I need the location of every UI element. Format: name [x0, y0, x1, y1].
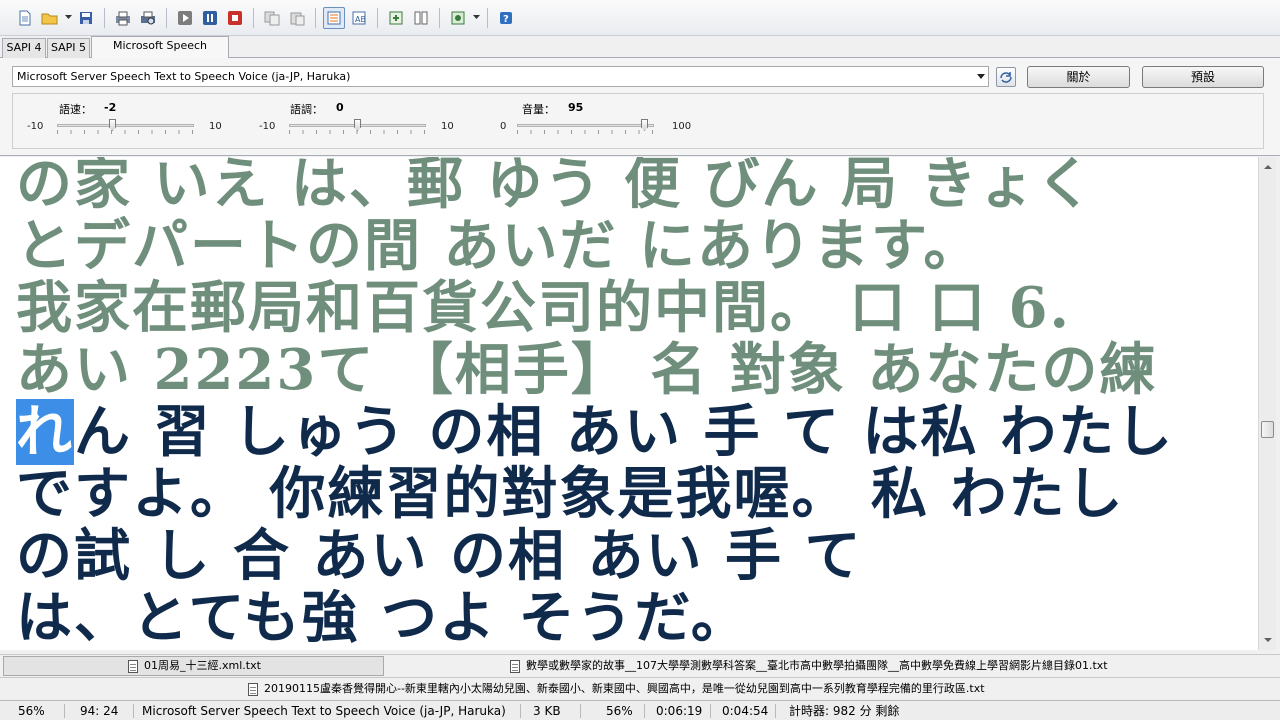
pitch-value: 0: [336, 101, 344, 114]
spoken-text-line: の家 いえ は、郵 ゆう 便 びん 局 きょく: [16, 157, 1095, 217]
current-line-rest: ん 習 しゅう の相 あい 手 て は私 わたし: [74, 399, 1174, 465]
copy-disabled-icon[interactable]: [261, 7, 283, 29]
svg-text:?: ?: [503, 14, 509, 25]
file-tab-label: 20190115盧秦香覺得開心--新東里轄內小太陽幼兒園、新泰國小、新東國中、興…: [264, 682, 985, 695]
current-text-line: れん 習 しゅう の相 あい 手 て は私 わたし: [16, 399, 1174, 465]
volume-max: 100: [672, 121, 692, 132]
status-separator: [133, 704, 134, 718]
file-tab-label: 數學或數學家的故事__107大學學測數學科答案__臺北市高中數學拍攝團隊__高中…: [526, 659, 1108, 672]
about-button[interactable]: 關於: [1027, 66, 1130, 88]
tab-microsoft-speech-platform[interactable]: Microsoft Speech Platform: [91, 36, 229, 70]
voice-select-value: Microsoft Server Speech Text to Speech V…: [17, 70, 351, 83]
volume-min: 0: [500, 121, 507, 132]
chevron-down-icon: [977, 74, 985, 79]
replace-icon[interactable]: AB: [348, 7, 370, 29]
status-voice: Microsoft Server Speech Text to Speech V…: [142, 704, 506, 718]
save-icon[interactable]: [75, 7, 97, 29]
help-icon[interactable]: ?: [495, 7, 517, 29]
engine-tabs: SAPI 4 SAPI 5 Microsoft Speech Platform: [0, 36, 1280, 70]
rate-value: -2: [104, 101, 117, 114]
unspoken-text-line: は、とても強 つよ そうだ。: [16, 585, 749, 650]
vertical-scrollbar[interactable]: [1258, 157, 1276, 650]
pitch-label: 語調：: [290, 103, 323, 116]
volume-slider[interactable]: [517, 119, 654, 135]
unspoken-text-line: ですよ。 你練習的對象是我喔。 私 わたし: [16, 461, 1125, 527]
status-separator: [520, 704, 521, 718]
status-position: 94: 24: [80, 704, 119, 718]
volume-value: 95: [568, 101, 584, 114]
status-separator: [710, 704, 711, 718]
toolbar-separator: [377, 7, 378, 28]
new-file-icon[interactable]: [14, 7, 36, 29]
export-audio-icon[interactable]: [385, 7, 407, 29]
status-separator: [64, 704, 65, 718]
toolbar-separator: [315, 7, 316, 28]
stop-icon[interactable]: [224, 7, 246, 29]
toolbar-separator: [487, 7, 488, 28]
unspoken-text-line: の試 し 合 あい の相 あい 手 て: [16, 523, 863, 589]
toolbar-separator: [253, 7, 254, 28]
file-tab-label: 01周易_十三經.xml.txt: [144, 659, 261, 672]
status-file-size: 3 KB: [533, 704, 561, 718]
pitch-slider[interactable]: [289, 119, 426, 135]
file-tabs-row-2: 20190115盧秦香覺得開心--新東里轄內小太陽幼兒園、新泰國小、新東國中、興…: [0, 677, 1280, 699]
pitch-min: -10: [259, 121, 276, 132]
scroll-down-icon[interactable]: [1264, 638, 1272, 642]
rate-label: 語速：: [59, 103, 92, 116]
refresh-voices-button[interactable]: [996, 67, 1016, 87]
text-file-icon: [248, 682, 258, 696]
scroll-up-icon[interactable]: [1264, 165, 1272, 169]
split-file-icon[interactable]: [410, 7, 432, 29]
play-icon[interactable]: [174, 7, 196, 29]
status-progress: 56%: [606, 704, 633, 718]
default-button[interactable]: 預設: [1142, 66, 1264, 88]
voice-select[interactable]: Microsoft Server Speech Text to Speech V…: [12, 66, 989, 87]
options-icon[interactable]: [447, 7, 469, 29]
status-timer: 計時器: 982 分 剩餘: [789, 704, 900, 718]
scrollbar-thumb[interactable]: [1261, 421, 1274, 438]
status-separator: [775, 704, 776, 718]
file-tab[interactable]: 01周易_十三經.xml.txt: [3, 656, 384, 676]
text-file-icon: [510, 659, 520, 673]
rate-max: 10: [209, 121, 222, 132]
pause-icon[interactable]: [199, 7, 221, 29]
tab-sapi5[interactable]: SAPI 5: [47, 38, 90, 58]
refresh-icon: [1000, 72, 1012, 83]
pitch-max: 10: [441, 121, 454, 132]
spoken-text-line: 我家在郵局和百貨公司的中間。 口 口 6.: [16, 275, 1071, 341]
status-separator: [644, 704, 645, 718]
spoken-text-line: あい 2223て 【相手】 名 對象 あなたの練: [16, 337, 1158, 403]
print-preview-icon[interactable]: [137, 7, 159, 29]
status-zoom: 56%: [18, 704, 45, 718]
file-tab[interactable]: 數學或數學家的故事__107大學學測數學科答案__臺北市高中數學拍攝團隊__高中…: [510, 656, 1270, 676]
status-separator: [580, 704, 581, 718]
volume-label: 音量：: [522, 103, 555, 116]
file-tabs-row-1: 01周易_十三經.xml.txt 數學或數學家的故事__107大學學測數學科答案…: [0, 654, 1280, 676]
toolbar-separator: [104, 7, 105, 28]
rate-min: -10: [27, 121, 44, 132]
status-bar: 56% 94: 24 Microsoft Server Speech Text …: [0, 700, 1280, 720]
file-tab[interactable]: 20190115盧秦香覺得開心--新東里轄內小太陽幼兒園、新泰國小、新東國中、興…: [248, 679, 1268, 699]
sliders-group: 語速： -2 -10 10 語調： 0 -10 10 音量： 95 0 100: [12, 93, 1264, 149]
print-icon[interactable]: [112, 7, 134, 29]
toolbar-separator: [439, 7, 440, 28]
voice-settings-panel: Microsoft Server Speech Text to Speech V…: [0, 58, 1280, 156]
open-folder-icon[interactable]: [39, 7, 61, 29]
status-elapsed: 0:06:19: [656, 704, 703, 718]
tab-sapi4[interactable]: SAPI 4: [2, 38, 46, 58]
paste-disabled-icon[interactable]: [286, 7, 308, 29]
text-view-icon[interactable]: [323, 6, 345, 29]
svg-text:AB: AB: [355, 15, 366, 24]
toolbar-separator: [166, 7, 167, 28]
text-editor[interactable]: の家 いえ は、郵 ゆう 便 びん 局 きょく とデパートの間 あいだ にありま…: [0, 157, 1258, 650]
current-word-highlight: れ: [16, 399, 74, 465]
text-file-icon: [128, 659, 138, 673]
options-dropdown-icon[interactable]: [472, 7, 480, 29]
status-remaining: 0:04:54: [722, 704, 769, 718]
toolbar: AB ?: [0, 0, 1280, 36]
open-dropdown-icon[interactable]: [64, 7, 72, 29]
rate-slider[interactable]: [57, 119, 194, 135]
spoken-text-line: とデパートの間 あいだ にあります。: [16, 213, 982, 279]
